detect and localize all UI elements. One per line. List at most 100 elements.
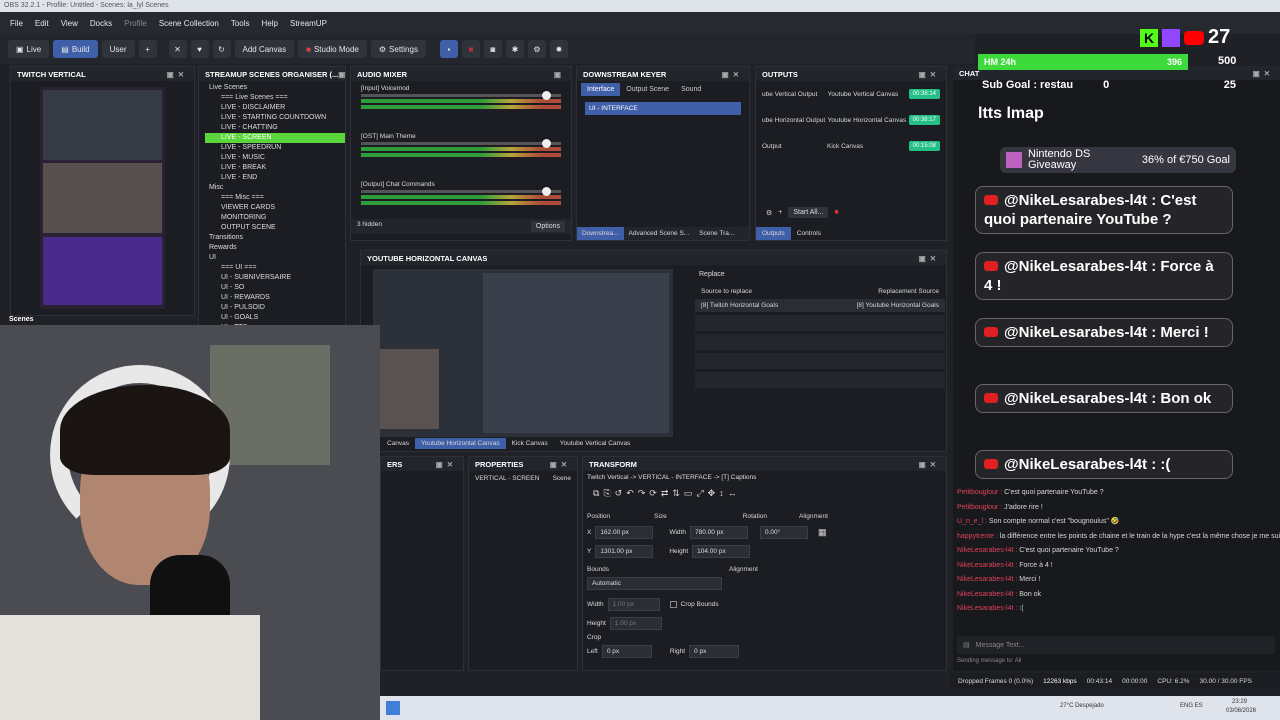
settings-icon[interactable]: ⚙	[766, 209, 772, 217]
replace-row[interactable]	[695, 372, 945, 388]
user-button[interactable]: User	[101, 40, 135, 58]
rotate-right-icon[interactable]: ↷	[638, 488, 646, 499]
scene-item[interactable]: LIVE - SCREEN	[205, 133, 345, 143]
scene-item[interactable]: UI - SO	[205, 283, 345, 293]
menu-help[interactable]: Help	[262, 19, 278, 28]
scene-item[interactable]: LIVE - DISCLAIMER	[205, 103, 345, 113]
dock-controls-icon[interactable]: ▣✕	[338, 70, 345, 79]
bounds-width-input[interactable]: 1.00 px	[607, 598, 660, 611]
scene-item[interactable]: LIVE - SPEEDRUN	[205, 143, 345, 153]
crop-right-input[interactable]: 0 px	[689, 645, 740, 658]
position-y-input[interactable]: 1301.00 px	[595, 545, 654, 558]
tab-downstream[interactable]: Downstrea...	[577, 227, 624, 240]
cog-icon[interactable]: ✹	[549, 40, 568, 58]
scene-item[interactable]: Rewards	[205, 243, 345, 253]
copy-icon[interactable]: ⧉	[593, 488, 599, 499]
scene-item[interactable]: Live Scenes	[205, 83, 345, 93]
output-row[interactable]: ube Vertical Output Youtube Vertical Canv…	[756, 81, 946, 107]
puzzle-icon[interactable]: ✱	[505, 40, 524, 58]
width-input[interactable]: 780.00 px	[689, 526, 748, 539]
tab-advanced-scene[interactable]: Advanced Scene S...	[624, 227, 695, 240]
add-button[interactable]: +	[138, 40, 157, 58]
scene-item[interactable]: === Misc ===	[205, 193, 345, 203]
center-h-icon[interactable]: ↔	[728, 488, 737, 499]
rotation-input[interactable]: 0.00°	[759, 526, 808, 539]
obs-taskbar-icon[interactable]	[386, 701, 400, 715]
crop-bounds-checkbox[interactable]	[669, 601, 677, 608]
layout-icon[interactable]: ▪	[439, 40, 458, 58]
build-button[interactable]: ▤ Build	[53, 40, 98, 58]
bounds-type-select[interactable]: Automatic	[587, 577, 722, 590]
add-icon[interactable]: +	[778, 209, 782, 216]
menu-view[interactable]: View	[61, 19, 78, 28]
scene-item[interactable]: LIVE - MUSIC	[205, 153, 345, 163]
live-button[interactable]: ▣ Live	[8, 40, 50, 58]
settings-button[interactable]: ⚙ Settings	[370, 40, 426, 58]
scene-item[interactable]: Transitions	[205, 233, 345, 243]
dsk-item[interactable]: UI - INTERFACE	[585, 102, 741, 115]
menu-scene-collection[interactable]: Scene Collection	[159, 19, 219, 28]
paste-icon[interactable]: ⎘	[603, 488, 610, 499]
camera-icon[interactable]: ◙	[483, 40, 502, 58]
fit-icon[interactable]: ▭	[684, 488, 693, 499]
scene-item[interactable]: UI - SUBNIVERSAIRE	[205, 273, 345, 283]
volume-slider[interactable]	[361, 91, 561, 100]
add-canvas-button[interactable]: Add Canvas	[234, 40, 295, 58]
tab-youtube-horizontal[interactable]: Youtube Horizontal Canvas	[415, 438, 506, 449]
scene-item[interactable]: UI - PULSOID	[205, 303, 345, 313]
tab-scene-transitions[interactable]: Scene Tra...	[694, 227, 739, 240]
stretch-icon[interactable]: ⤢	[696, 488, 703, 499]
scene-item[interactable]: UI - GOALS	[205, 313, 345, 323]
crop-left-input[interactable]: 0 px	[601, 645, 652, 658]
scene-item[interactable]: Misc	[205, 183, 345, 193]
scene-item[interactable]: LIVE - STARTING COUNTDOWN	[205, 113, 345, 123]
scene-item[interactable]: === Live Scenes ===	[205, 93, 345, 103]
scene-item[interactable]: LIVE - END	[205, 173, 345, 183]
tab-controls[interactable]: Controls	[791, 227, 827, 240]
dock-controls-icon[interactable]: ▣✕	[436, 460, 457, 469]
studio-mode-button[interactable]: ■ Studio Mode	[298, 40, 367, 58]
scene-item[interactable]: LIVE - BREAK	[205, 163, 345, 173]
reset-icon[interactable]: ↺	[615, 488, 623, 499]
menu-profile[interactable]: Profile	[124, 19, 147, 28]
dock-controls-icon[interactable]: ▣✕	[919, 460, 940, 469]
tab-sound[interactable]: Sound	[675, 83, 707, 96]
scene-item[interactable]: === UI ===	[205, 263, 345, 273]
position-x-input[interactable]: 162.00 px	[595, 526, 654, 539]
tab-kick[interactable]: Kick Canvas	[506, 438, 554, 449]
rotate-left-icon[interactable]: ↶	[626, 488, 634, 499]
dock-controls-icon[interactable]: ▣✕	[919, 70, 940, 79]
refresh-icon[interactable]: ↻	[212, 40, 231, 58]
replace-row[interactable]	[695, 315, 945, 331]
output-row[interactable]: ube Horizontal Output Youtube Horizontal …	[756, 107, 946, 133]
center-v-icon[interactable]: ↕	[719, 488, 724, 499]
tab-youtube-vertical[interactable]: Youtube Vertical Canvas	[554, 438, 637, 449]
mixer-options-button[interactable]: Options	[530, 221, 565, 232]
start-all-button[interactable]: Start All...	[788, 207, 829, 218]
menu-tools[interactable]: Tools	[231, 19, 250, 28]
plugin-icon[interactable]: ⚙	[527, 40, 546, 58]
replace-row[interactable]	[695, 353, 945, 369]
scene-item[interactable]: LIVE - CHATTING	[205, 123, 345, 133]
alignment-grid-icon[interactable]: ▦	[818, 527, 827, 538]
tab-canvas[interactable]: Canvas	[381, 438, 415, 449]
menu-edit[interactable]: Edit	[35, 19, 49, 28]
output-row[interactable]: Output Kick Canvas 00:15:08	[756, 133, 946, 159]
scene-item[interactable]: VIEWER CARDS	[205, 203, 345, 213]
flip-h-icon[interactable]: ⇄	[661, 488, 669, 499]
replace-row[interactable]	[695, 334, 945, 350]
replace-row[interactable]: [8] Twitch Horizontal Goals [8] Youtube H…	[695, 299, 945, 312]
scene-item[interactable]: MONITORING	[205, 213, 345, 223]
volume-slider[interactable]	[361, 187, 561, 196]
bounds-height-input[interactable]: 1.00 px	[609, 617, 662, 630]
vertical-preview[interactable]	[40, 87, 165, 309]
chat-input[interactable]: ▤ Message Text...	[957, 636, 1275, 654]
stop-icon[interactable]: ■	[834, 209, 838, 216]
tools-icon[interactable]: ✕	[168, 40, 187, 58]
tab-outputs[interactable]: Outputs	[756, 227, 791, 240]
dock-controls-icon[interactable]: ▣	[554, 70, 565, 79]
menu-file[interactable]: File	[10, 19, 23, 28]
rotate-icon[interactable]: ⟳	[649, 488, 657, 499]
dock-controls-icon[interactable]: ▣✕	[919, 254, 940, 263]
scene-item[interactable]: UI - REWARDS	[205, 293, 345, 303]
